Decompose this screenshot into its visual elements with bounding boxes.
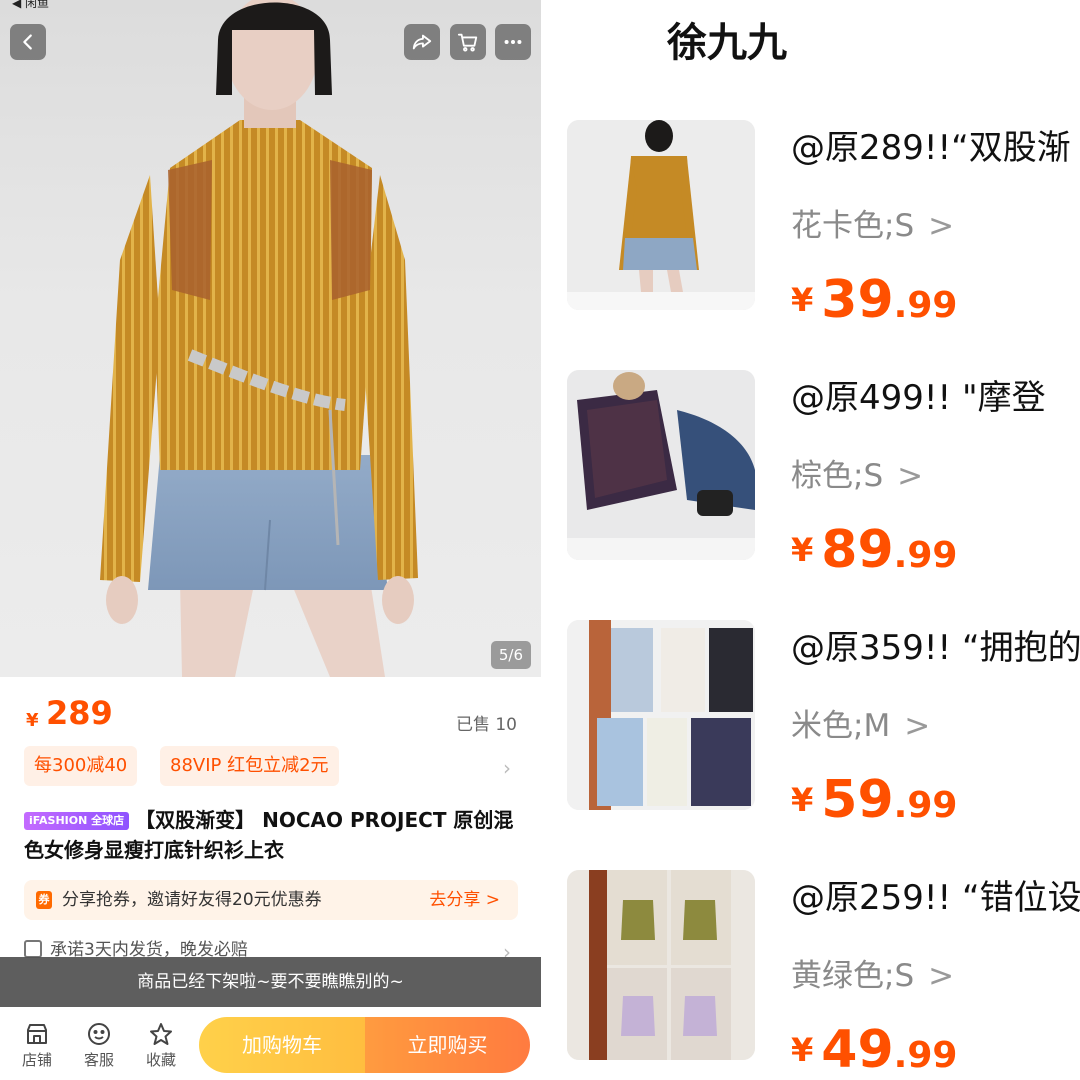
nav-service-label: 客服 (83, 1051, 114, 1069)
share-coupon-text: 分享抢券，邀请好友得20元优惠券 (62, 890, 322, 910)
shipping-icon (24, 940, 42, 958)
item-variant: 米色;M > (791, 700, 930, 745)
price-decimal: .99 (893, 1035, 958, 1076)
price-decimal: .99 (893, 285, 958, 326)
item-title: @原289!!“双股渐 (791, 128, 1071, 168)
price-decimal: .99 (893, 535, 958, 576)
item-image (567, 370, 755, 560)
chevron-right-icon: > (928, 958, 955, 994)
more-button[interactable] (495, 24, 531, 60)
list-item[interactable]: @原289!!“双股渐 花卡色;S > ¥39.99 (541, 120, 1080, 360)
product-title-block: iFASHION 全球店 【双股渐变】 NOCAO PROJECT 原创混色女修身… (24, 805, 524, 865)
list-item[interactable]: @原499!! "摩登 棕色;S > ¥89.99 (541, 370, 1080, 610)
more-icon (504, 39, 522, 45)
image-page-indicator: 5/6 (490, 641, 531, 669)
price-integer: 59 (821, 770, 894, 830)
price-currency-symbol: ¥ (791, 781, 814, 819)
item-image (567, 870, 755, 1060)
bottom-action-bar: 店铺 客服 收藏 加购物车 立即购买 (0, 1007, 541, 1080)
nav-favorite-label: 收藏 (145, 1051, 176, 1069)
coupon-icon: 券 (36, 891, 52, 909)
cart-button[interactable] (450, 24, 486, 60)
product-detail-panel: ◀ 闲鱼 5/6 ¥ 289 已售 10 每300减40 88VIP 红包立减2… (0, 0, 541, 1080)
back-icon (23, 34, 32, 50)
star-icon (150, 1023, 172, 1045)
item-price: ¥89.99 (791, 520, 957, 580)
item-image (567, 120, 755, 310)
go-share-link[interactable]: 去分享 > (429, 880, 500, 920)
service-icon (88, 1023, 110, 1045)
item-thumbnail (567, 620, 755, 810)
price-currency-symbol: ¥ (26, 710, 39, 731)
share-coupon-bar[interactable]: 券 分享抢券，邀请好友得20元优惠券 去分享 > (24, 880, 518, 920)
item-price: ¥59.99 (791, 770, 957, 830)
coupon-tag-88vip[interactable]: 88VIP 红包立减2元 (160, 746, 339, 786)
nav-store[interactable]: 店铺 (12, 1021, 62, 1070)
sold-count: 已售 10 (455, 715, 517, 735)
ifashion-badge: iFASHION 全球店 (24, 812, 130, 830)
share-icon (412, 34, 432, 50)
nav-store-label: 店铺 (21, 1051, 52, 1069)
list-item[interactable]: @原359!! “拥抱的 米色;M > ¥59.99 (541, 620, 1080, 860)
item-variant: 花卡色;S > (791, 200, 954, 245)
nav-favorite[interactable]: 收藏 (136, 1021, 186, 1070)
chevron-right-icon[interactable]: › (503, 756, 511, 780)
shop-name: 徐九九 (667, 20, 787, 66)
store-icon (27, 1024, 47, 1044)
product-image-carousel[interactable]: ◀ 闲鱼 5/6 (0, 0, 541, 677)
price-integer: 49 (821, 1020, 894, 1080)
item-variant-text: 棕色;S (791, 458, 884, 494)
price-decimal: .99 (893, 785, 958, 826)
item-title: @原259!! “错位设 (791, 878, 1080, 918)
price-currency-symbol: ¥ (791, 531, 814, 569)
chevron-right-icon: > (897, 458, 924, 494)
price-row: ¥ 289 已售 10 (0, 690, 541, 740)
item-variant-text: 黄绿色;S (791, 958, 915, 994)
item-thumbnail (567, 120, 755, 310)
shop-listing-panel: 徐九九 @原289!!“双股渐 花卡色;S > ¥39.99 @原499!! "… (541, 0, 1080, 1080)
item-thumbnail (567, 870, 755, 1060)
product-price: 289 (46, 694, 113, 732)
item-variant-text: 米色;M (791, 708, 891, 744)
buy-now-button[interactable]: 立即购买 (365, 1017, 530, 1073)
item-variant-text: 花卡色;S (791, 208, 915, 244)
product-photo (100, 0, 418, 677)
screen: ◀ 闲鱼 5/6 ¥ 289 已售 10 每300减40 88VIP 红包立减2… (0, 0, 1080, 1080)
coupon-tag-full-reduction[interactable]: 每300减40 (24, 746, 138, 786)
price-integer: 39 (821, 270, 894, 330)
price-integer: 89 (821, 520, 894, 580)
cart-icon (457, 33, 478, 52)
delisted-toast: 商品已经下架啦~要不要瞧瞧别的~ (0, 957, 541, 1007)
chevron-right-icon: > (904, 708, 931, 744)
item-price: ¥39.99 (791, 270, 957, 330)
item-image (567, 620, 755, 810)
item-price: ¥49.99 (791, 1020, 957, 1080)
price-currency-symbol: ¥ (791, 281, 814, 319)
list-item[interactable]: @原259!! “错位设 黄绿色;S > ¥49.99 (541, 870, 1080, 1080)
nav-customer-service[interactable]: 客服 (74, 1021, 124, 1070)
item-variant: 黄绿色;S > (791, 950, 954, 995)
item-title: @原499!! "摩登 (791, 378, 1046, 418)
price-currency-symbol: ¥ (791, 1031, 814, 1069)
chevron-right-icon: > (928, 208, 955, 244)
back-to-app-label[interactable]: ◀ 闲鱼 (12, 0, 49, 11)
share-button[interactable] (404, 24, 440, 60)
item-variant: 棕色;S > (791, 450, 923, 495)
add-to-cart-button[interactable]: 加购物车 (199, 1017, 365, 1073)
back-button[interactable] (10, 24, 46, 60)
item-thumbnail (567, 370, 755, 560)
item-title: @原359!! “拥抱的 (791, 628, 1080, 668)
